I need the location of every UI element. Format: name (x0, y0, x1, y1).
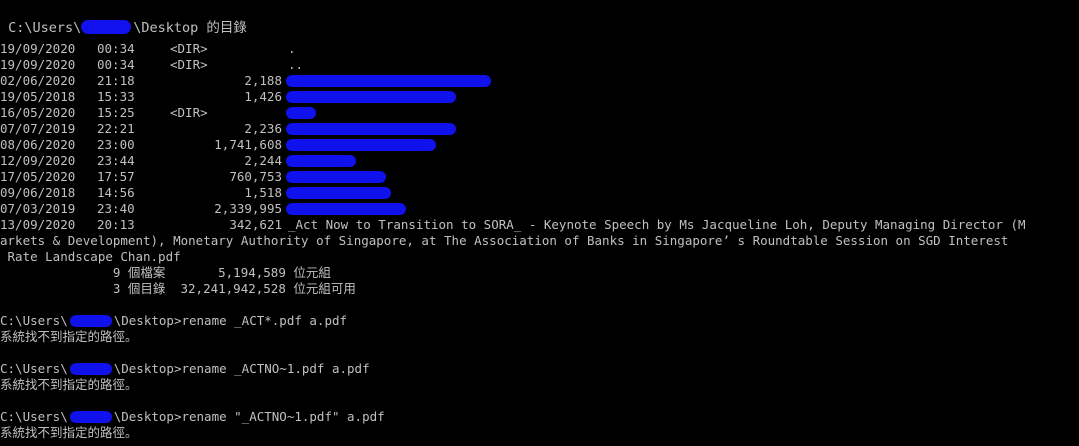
command-text: rename "_ACTNO~1.pdf" a.pdf (181, 409, 385, 424)
entry-type: <DIR> (170, 57, 208, 72)
redacted-username (81, 20, 133, 36)
entry-time: 21:18 (97, 73, 135, 88)
dir-entry-row: 02/06/2020 21:18 2,188 (0, 73, 1079, 89)
command-text: rename _ACTNO~1.pdf a.pdf (181, 361, 370, 376)
redacted-filename (286, 91, 456, 103)
summary-dirs: 3 個目錄 32,241,942,528 位元組可用 (0, 281, 356, 296)
dir-entry-row: 19/05/2018 15:33 1,426 (0, 89, 1079, 105)
entry-date: 08/06/2020 (0, 137, 76, 152)
dir-entry-row: 07/03/2019 23:40 2,339,995 (0, 201, 1079, 217)
entry-name: . (288, 41, 296, 56)
dir-entry-row: 13/09/2020 20:13 342,621 _Act Now to Transi… (0, 217, 1079, 233)
entry-time: 20:13 (97, 217, 135, 232)
redacted-filename (286, 187, 391, 199)
entry-time: 00:34 (97, 57, 135, 72)
entry-time: 22:21 (97, 121, 135, 136)
entry-date: 19/05/2018 (0, 89, 76, 104)
entry-name: _Act Now to Transition to SORA_ - Keynot… (288, 217, 1026, 232)
entry-size: 2,236 (244, 121, 282, 136)
dir-entry-row: 09/06/2018 14:56 1,518 (0, 185, 1079, 201)
prompt-prefix: C:\Users\ (0, 313, 68, 328)
command-line-1: C:\Users\ \Desktop>rename _ACT*.pdf a.pdf (0, 313, 1079, 329)
redacted-username (68, 409, 114, 425)
prompt-suffix: \Desktop> (113, 313, 182, 328)
command-output-3: 系統找不到指定的路徑。 (0, 425, 138, 440)
entry-date: 12/09/2020 (0, 153, 76, 168)
entry-date: 19/09/2020 (0, 57, 76, 72)
redacted-filename (286, 75, 491, 87)
entry-size: 760,753 (229, 169, 282, 184)
entry-time: 00:34 (97, 41, 135, 56)
dir-entry-row: 17/05/2020 17:57 760,753 (0, 169, 1079, 185)
entry-date: 13/09/2020 (0, 217, 76, 232)
prompt-suffix: \Desktop> (113, 361, 182, 376)
entry-time: 14:56 (97, 185, 135, 200)
redacted-username (68, 361, 114, 377)
entry-time: 23:44 (97, 153, 135, 168)
redacted-filename (286, 155, 356, 167)
dir-entry-row: 19/09/2020 00:34 <DIR>.. (0, 57, 1079, 73)
entry-size: 1,741,608 (214, 137, 282, 152)
entry-size: 2,188 (244, 73, 282, 88)
long-name-wrap-1: arkets & Development), Monetary Authorit… (0, 233, 1009, 248)
prompt-suffix: \Desktop> (113, 409, 182, 424)
header-prefix: C:\Users\ (0, 20, 82, 36)
command-prompt-window[interactable]: C:\Users\ \Desktop 的目錄 19/09/2020 00:34 <DI… (0, 0, 1079, 446)
entry-date: 09/06/2018 (0, 185, 76, 200)
entry-time: 15:25 (97, 105, 135, 120)
redacted-filename (286, 123, 456, 135)
entry-date: 17/05/2020 (0, 169, 76, 184)
command-line-3: C:\Users\ \Desktop>rename "_ACTNO~1.pdf" … (0, 409, 1079, 425)
entry-date: 07/07/2019 (0, 121, 76, 136)
entry-size: 2,339,995 (214, 201, 282, 216)
command-output-2: 系統找不到指定的路徑。 (0, 377, 138, 392)
command-output-1: 系統找不到指定的路徑。 (0, 329, 138, 344)
entry-size: 2,244 (244, 153, 282, 168)
entry-time: 17:57 (97, 169, 135, 184)
prompt-prefix: C:\Users\ (0, 361, 68, 376)
entry-time: 23:00 (97, 137, 135, 152)
entry-time: 23:40 (97, 201, 135, 216)
redacted-filename (286, 203, 406, 215)
entry-size: 1,426 (244, 89, 282, 104)
entry-date: 19/09/2020 (0, 41, 76, 56)
long-name-wrap-2: Rate Landscape Chan.pdf (0, 249, 181, 264)
dir-entry-row: 07/07/2019 22:21 2,236 (0, 121, 1079, 137)
entry-date: 07/03/2019 (0, 201, 76, 216)
entry-date: 16/05/2020 (0, 105, 76, 120)
command-text: rename _ACT*.pdf a.pdf (181, 313, 348, 328)
dir-entry-row: 16/05/2020 15:25 <DIR> (0, 105, 1079, 121)
entry-date: 02/06/2020 (0, 73, 76, 88)
redacted-username (68, 313, 114, 329)
entry-type: <DIR> (170, 105, 208, 120)
entry-name: .. (288, 57, 304, 72)
summary-files: 9 個檔案 5,194,589 位元組 (0, 265, 331, 280)
directory-listing: 19/09/2020 00:34 <DIR>. 19/09/2020 00:34 <DIR… (0, 41, 1079, 233)
redacted-filename (286, 171, 386, 183)
redacted-filename (286, 139, 436, 151)
command-line-2: C:\Users\ \Desktop>rename _ACTNO~1.pdf a.… (0, 361, 1079, 377)
entry-size: 342,621 (229, 217, 282, 232)
entry-time: 15:33 (97, 89, 135, 104)
redacted-filename (286, 107, 316, 119)
dir-entry-row: 19/09/2020 00:34 <DIR>. (0, 41, 1079, 57)
directory-header: C:\Users\ \Desktop 的目錄 (0, 16, 1079, 41)
dir-entry-row: 12/09/2020 23:44 2,244 (0, 153, 1079, 169)
header-suffix: \Desktop 的目錄 (133, 20, 247, 36)
entry-type: <DIR> (170, 41, 208, 56)
prompt-prefix: C:\Users\ (0, 409, 68, 424)
entry-size: 1,518 (244, 185, 282, 200)
dir-entry-row: 08/06/2020 23:00 1,741,608 (0, 137, 1079, 153)
